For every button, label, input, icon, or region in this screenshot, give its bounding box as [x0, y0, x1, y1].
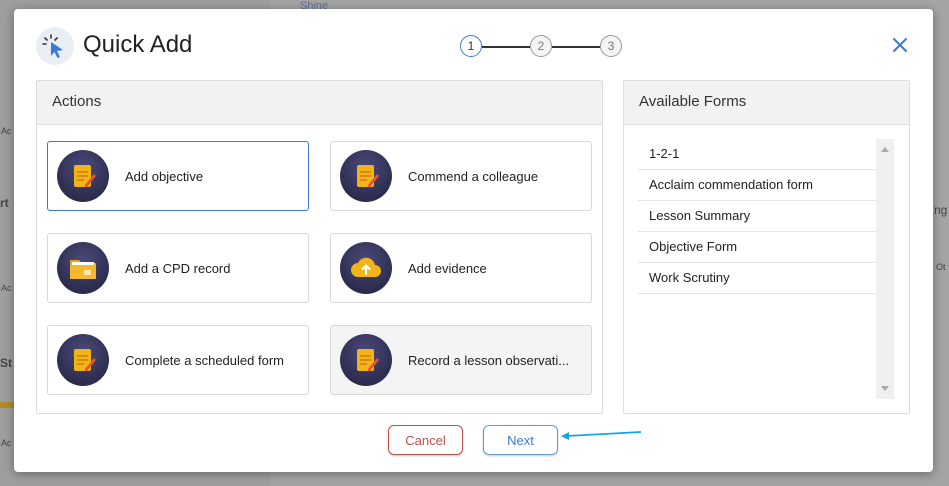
background-text: Ot — [936, 262, 946, 272]
step-connector — [552, 46, 600, 48]
step-indicator: 1 2 3 — [460, 35, 626, 59]
action-record-lesson-observation[interactable]: Record a lesson observati... — [330, 325, 592, 395]
step-2: 2 — [530, 35, 552, 57]
action-label: Add evidence — [408, 260, 487, 276]
cancel-button[interactable]: Cancel — [388, 425, 463, 455]
scroll-up-icon[interactable] — [881, 147, 889, 152]
action-complete-scheduled-form[interactable]: Complete a scheduled form — [47, 325, 309, 395]
form-item[interactable]: Work Scrutiny — [638, 263, 878, 294]
action-label: Commend a colleague — [408, 168, 539, 184]
background-progress — [0, 402, 14, 408]
action-add-cpd-record[interactable]: Add a CPD record — [47, 233, 309, 303]
step-3: 3 — [600, 35, 622, 57]
background-text: ng — [934, 203, 948, 217]
action-label: Record a lesson observati... — [408, 352, 570, 368]
step-connector — [482, 46, 530, 48]
background-text: Ac — [1, 283, 12, 293]
available-forms-panel: Available Forms 1-2-1 Acclaim commendati… — [623, 80, 910, 414]
forms-scrollbar[interactable] — [876, 139, 894, 399]
modal-title: Quick Add — [83, 31, 193, 58]
form-item[interactable]: Acclaim commendation form — [638, 170, 878, 201]
background-text: St — [0, 356, 12, 370]
actions-panel: Actions Add objective Commend a colleagu… — [36, 80, 603, 414]
document-pencil-icon — [340, 334, 392, 386]
action-add-evidence[interactable]: Add evidence — [330, 233, 592, 303]
available-forms-heading: Available Forms — [624, 81, 909, 125]
step-1: 1 — [460, 35, 482, 57]
background-text: rt — [0, 196, 9, 210]
action-label: Add objective — [125, 168, 204, 184]
quick-add-modal: Quick Add 1 2 3 Actions Add objective Co… — [14, 9, 933, 472]
background-text: Ac — [1, 438, 12, 448]
forms-list: 1-2-1 Acclaim commendation form Lesson S… — [638, 139, 878, 294]
folder-icon — [57, 242, 109, 294]
action-label: Complete a scheduled form — [125, 352, 284, 368]
next-button[interactable]: Next — [483, 425, 558, 455]
actions-heading: Actions — [37, 81, 602, 125]
document-pencil-icon — [57, 334, 109, 386]
document-pencil-icon — [340, 150, 392, 202]
form-item[interactable]: 1-2-1 — [638, 139, 878, 170]
form-item[interactable]: Objective Form — [638, 232, 878, 263]
close-icon[interactable] — [891, 36, 909, 54]
cloud-upload-icon — [340, 242, 392, 294]
action-commend-colleague[interactable]: Commend a colleague — [330, 141, 592, 211]
background-text: Ac — [1, 126, 12, 136]
form-item[interactable]: Lesson Summary — [638, 201, 878, 232]
cursor-click-icon — [36, 27, 74, 65]
document-pencil-icon — [57, 150, 109, 202]
action-label: Add a CPD record — [125, 260, 231, 276]
annotation-arrow-icon — [561, 431, 642, 440]
scroll-down-icon[interactable] — [881, 386, 889, 391]
action-add-objective[interactable]: Add objective — [47, 141, 309, 211]
